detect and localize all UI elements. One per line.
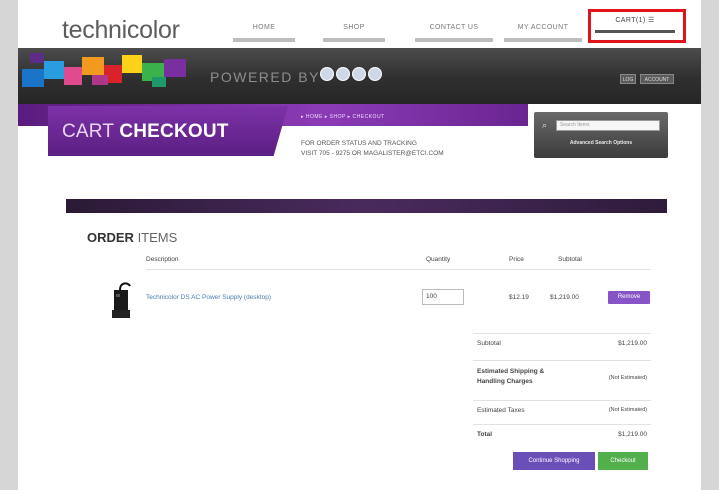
quantity-field[interactable]: 100 [422, 289, 464, 305]
col-price: Price [509, 256, 524, 263]
search-input[interactable]: Search Items [556, 120, 660, 131]
summary-value: $1,219.00 [618, 340, 647, 347]
order-status-info: FOR ORDER STATUS AND TRACKING VISIT 705 … [301, 139, 521, 159]
page: technicolor HOME SHOP CONTACT US MY ACCO… [18, 0, 701, 490]
heading-light: ITEMS [133, 230, 178, 245]
content-header-bar [66, 199, 667, 213]
col-description: Description [146, 256, 179, 263]
title-bold: CHECKOUT [119, 121, 229, 142]
heading-bold: ORDER [87, 230, 134, 245]
summary-row: Subtotal $1,219.00 [473, 333, 651, 354]
search-icon[interactable]: ⌕ [542, 120, 547, 131]
summary-label: Estimated Shipping & Handling Charges [477, 368, 545, 385]
partner-dot-icon [336, 67, 350, 81]
summary-value: (Not Estimated) [608, 407, 647, 413]
summary-row: Estimated Shipping & Handling Charges (N… [473, 360, 651, 397]
color-pixels-graphic [22, 53, 192, 91]
partner-dot-icon [368, 67, 382, 81]
nav-my-account[interactable]: MY ACCOUNT [504, 22, 582, 42]
order-items-heading: ORDER ITEMS [87, 230, 177, 245]
account-button[interactable]: ACCOUNT [640, 74, 674, 84]
continue-shopping-button[interactable]: Continue Shopping [513, 452, 595, 470]
summary-value: $1,219.00 [618, 431, 647, 438]
partner-dot-icon [352, 67, 366, 81]
product-link[interactable]: Technicolor DS AC Power Supply (desktop) [146, 294, 271, 301]
log-button[interactable]: LOG [620, 74, 636, 84]
nav-contact-us[interactable]: CONTACT US [415, 22, 493, 42]
table-divider [146, 269, 651, 270]
remove-button[interactable]: Remove [608, 291, 650, 304]
summary-row: Total $1,219.00 [473, 424, 651, 445]
title-light: CART [62, 121, 120, 142]
power-adapter-icon [112, 282, 131, 318]
search-panel: ⌕ Search Items Advanced Search Options [534, 112, 668, 158]
col-subtotal: Subtotal [558, 256, 582, 263]
breadcrumb[interactable]: ▸ HOME ▸ SHOP ▸ CHECKOUT [301, 114, 385, 120]
summary-label: Total [477, 431, 493, 438]
page-title: CART CHECKOUT [62, 121, 229, 143]
summary-row: Estimated Taxes (Not Estimated) [473, 400, 651, 423]
summary-label: Subtotal [477, 340, 501, 347]
summary-label: Estimated Taxes [477, 407, 525, 414]
nav-home[interactable]: HOME [233, 22, 295, 42]
order-status-line: VISIT 705 - 9275 OR MAGALISTER@ETCI.COM [301, 150, 444, 157]
partner-logos [320, 67, 384, 86]
powered-by-text: POWERED BY [210, 69, 320, 85]
partner-dot-icon [320, 67, 334, 81]
order-status-line: FOR ORDER STATUS AND TRACKING [301, 140, 417, 147]
nav-cart[interactable]: CART(1) ☰ [595, 15, 675, 33]
item-price: $12.19 [509, 294, 529, 301]
item-subtotal: $1,219.00 [550, 294, 579, 301]
nav-shop[interactable]: SHOP [323, 22, 385, 42]
summary-value: (Not Estimated) [608, 375, 647, 381]
checkout-button[interactable]: Checkout [598, 452, 648, 470]
advanced-search-link[interactable]: Advanced Search Options [534, 140, 668, 146]
col-quantity: Quantity [426, 256, 451, 263]
hero-banner: POWERED BY LOG ACCOUNT [18, 48, 701, 104]
